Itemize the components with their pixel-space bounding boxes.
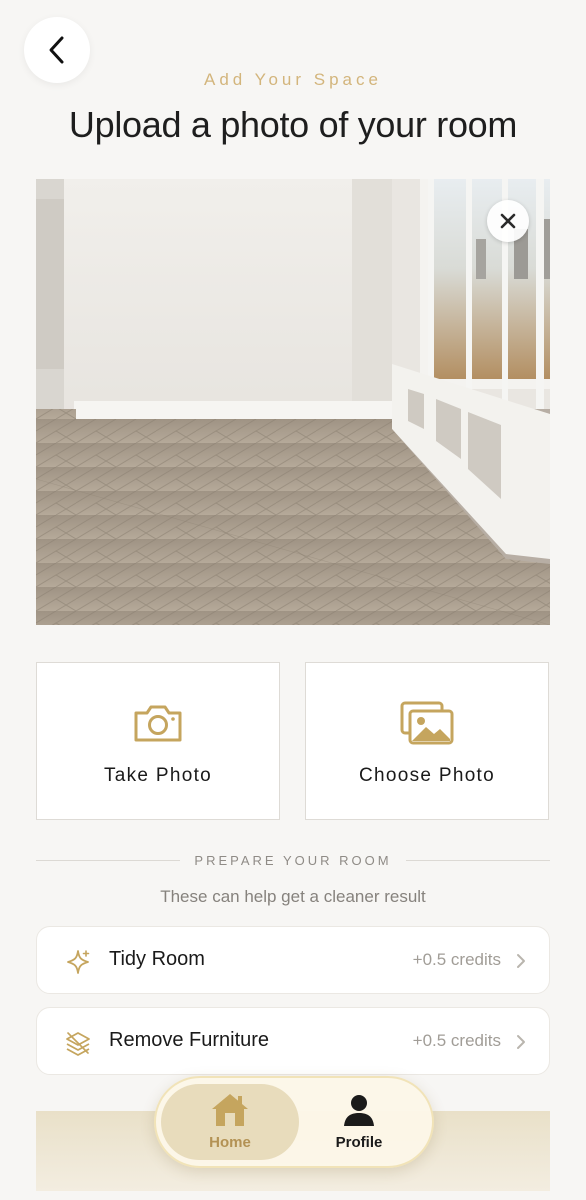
divider-line-right [405,859,550,861]
chevron-right-icon [517,1035,525,1049]
sparkle-icon [67,950,90,974]
tab-home-label: Home [209,1134,251,1151]
chevron-left-icon [49,36,64,64]
close-icon [500,213,516,229]
profile-icon [342,1092,376,1128]
tab-bar: Home Profile [154,1076,434,1168]
page-title: Upload a photo of your room [68,104,518,145]
room-photo [36,179,550,625]
tidy-room-option[interactable]: Tidy Room +0.5 credits [36,926,550,994]
remove-photo-button[interactable] [487,200,529,242]
gallery-icon [400,701,454,745]
remove-furniture-option[interactable]: Remove Furniture +0.5 credits [36,1007,550,1075]
choose-photo-label: Choose Photo [358,765,496,786]
home-icon [210,1092,250,1128]
prepare-divider: PREPARE YOUR ROOM [36,851,550,869]
tab-home[interactable]: Home [161,1084,299,1160]
divider-line-left [36,859,181,861]
remove-furniture-label: Remove Furniture [109,1029,270,1051]
remove-furniture-credits: +0.5 credits [412,1031,501,1050]
camera-icon [132,701,184,745]
tab-profile-label: Profile [335,1134,383,1151]
chevron-right-icon [517,954,525,968]
choose-photo-button[interactable]: Choose Photo [305,662,549,820]
take-photo-button[interactable]: Take Photo [36,662,280,820]
eyebrow-label: Add Your Space [204,70,382,89]
prepare-heading: PREPARE YOUR ROOM [194,852,392,868]
tab-profile[interactable]: Profile [290,1084,428,1160]
prepare-subtext: These can help get a cleaner result [160,887,426,906]
take-photo-label: Take Photo [103,765,213,786]
layers-icon [66,1032,90,1056]
tidy-room-credits: +0.5 credits [412,950,501,969]
tidy-room-label: Tidy Room [109,948,205,970]
